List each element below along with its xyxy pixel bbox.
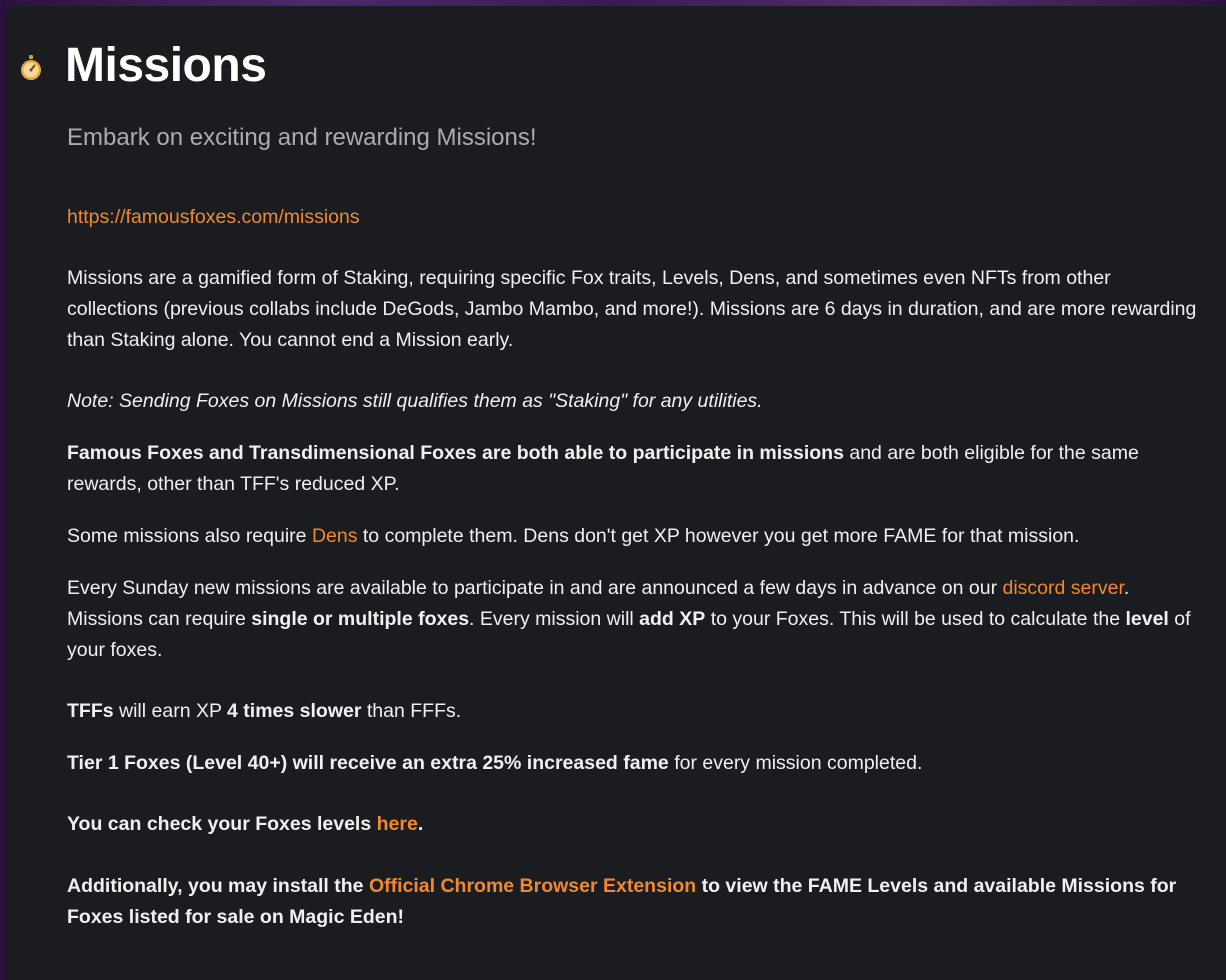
four-times-slower-bold: 4 times slower [227, 700, 362, 722]
check-levels-period: . [417, 813, 424, 835]
tier1-paragraph: Tier 1 Foxes (Level 40+) will receive an… [67, 748, 1197, 779]
dens-text-a: Some missions also require [67, 525, 312, 547]
stopwatch-icon [19, 54, 43, 82]
check-levels-here-link[interactable]: here [377, 813, 418, 835]
extension-paragraph: Additionally, you may install the Offici… [67, 871, 1197, 933]
tffs-bold: TFFs [67, 700, 114, 722]
dens-link[interactable]: Dens [312, 525, 358, 547]
page-title: Missions [65, 39, 267, 92]
check-levels-paragraph: You can check your Foxes levels here. [67, 809, 1197, 840]
tff-xp-text-a: will earn XP [113, 700, 228, 722]
content-card: Missions Embark on exciting and rewardin… [5, 6, 1226, 980]
missions-url-paragraph: https://famousfoxes.com/missions [67, 202, 1197, 233]
chrome-extension-link[interactable]: Official Chrome Browser Extension [369, 875, 696, 897]
missions-url-link[interactable]: https://famousfoxes.com/missions [67, 206, 360, 228]
article-body: https://famousfoxes.com/missions Mission… [67, 202, 1197, 933]
dens-text-b: to complete them. Dens don't get XP howe… [357, 525, 1080, 547]
title-row: Missions [19, 39, 267, 92]
schedule-text-c: . Every mission will [469, 608, 640, 630]
dens-paragraph: Some missions also require Dens to compl… [67, 521, 1197, 552]
discord-server-link[interactable]: discord server [1003, 577, 1124, 599]
staking-note: Note: Sending Foxes on Missions still qu… [67, 390, 763, 412]
add-xp-bold: add XP [639, 608, 706, 630]
schedule-paragraph: Every Sunday new missions are available … [67, 573, 1197, 666]
tier1-bold: Tier 1 Foxes (Level 40+) will receive an… [67, 752, 669, 774]
tff-xp-text-b: than FFFs. [361, 700, 462, 722]
check-levels-text: You can check your Foxes levels [67, 813, 377, 835]
page-subtitle: Embark on exciting and rewarding Mission… [67, 124, 537, 151]
extension-text-a: Additionally, you may install the [67, 875, 369, 897]
schedule-text-d: to your Foxes. This will be used to calc… [705, 608, 1126, 630]
single-multiple-foxes-bold: single or multiple foxes [251, 608, 470, 630]
tff-xp-paragraph: TFFs will earn XP 4 times slower than FF… [67, 696, 1197, 727]
schedule-text-a: Every Sunday new missions are available … [67, 577, 1003, 599]
tier1-text: for every mission completed. [668, 752, 923, 774]
eligibility-bold-text: Famous Foxes and Transdimensional Foxes … [67, 442, 844, 464]
level-bold: level [1125, 608, 1169, 630]
intro-paragraph: Missions are a gamified form of Staking,… [67, 267, 1197, 351]
eligibility-paragraph: Famous Foxes and Transdimensional Foxes … [67, 438, 1197, 500]
